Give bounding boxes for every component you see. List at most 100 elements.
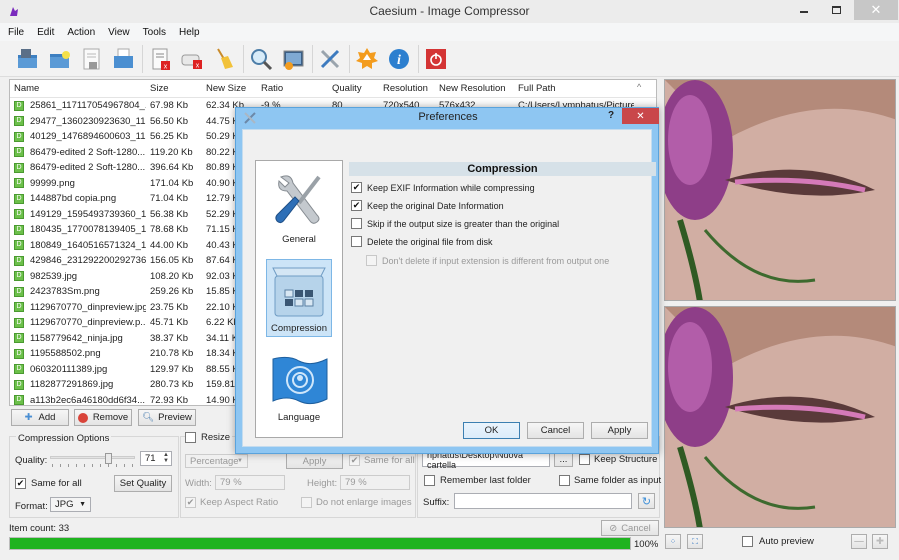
dialog-cancel-button[interactable]: Cancel: [527, 422, 584, 439]
original-size-button[interactable]: ⛶: [687, 534, 703, 549]
menu-edit[interactable]: Edit: [37, 27, 54, 38]
sidebar-item-compression[interactable]: Compression: [266, 259, 332, 337]
maximize-button[interactable]: [822, 0, 850, 20]
remember-folder-checkbox[interactable]: Remember last folder: [424, 475, 531, 486]
zoom-out-button[interactable]: —: [851, 534, 867, 549]
option-dont-delete-different-ext[interactable]: Don't delete if input extension is diffe…: [366, 255, 609, 266]
clear-list-icon: x: [181, 54, 202, 69]
cell-text: 86479-edited 2 Soft-1280...: [30, 146, 146, 158]
remove-button[interactable]: Remove: [74, 409, 132, 426]
open-files-button[interactable]: [14, 46, 40, 72]
suffix-input[interactable]: [454, 493, 632, 509]
no-enlarge-checkbox[interactable]: Do not enlarge images: [301, 497, 412, 508]
exit-button[interactable]: [423, 46, 449, 72]
quality-slider-thumb[interactable]: [105, 453, 113, 464]
compress-button[interactable]: [280, 46, 306, 72]
add-button[interactable]: ✚ Add: [11, 409, 69, 426]
spin-arrows-icon[interactable]: ▲ ▼: [163, 452, 169, 464]
resize-apply-button[interactable]: Apply: [286, 453, 343, 469]
resize-same-for-all-checkbox[interactable]: ✔ Same for all: [349, 455, 415, 466]
column-resolution[interactable]: Resolution: [379, 83, 435, 94]
width-spinbox[interactable]: 79 %: [215, 475, 285, 490]
menu-view[interactable]: View: [108, 27, 130, 38]
column-name[interactable]: Name: [10, 83, 146, 94]
option-skip-larger[interactable]: Skip if the output size is greater than …: [351, 218, 559, 229]
dialog-close-button[interactable]: ✕: [622, 108, 659, 124]
clean-button[interactable]: [211, 46, 237, 72]
column-quality[interactable]: Quality: [328, 83, 379, 94]
scroll-up-arrow-icon[interactable]: ^: [637, 82, 641, 92]
reset-suffix-button[interactable]: ↻: [638, 493, 655, 509]
cancel-compression-button[interactable]: ⊘ Cancel: [601, 520, 659, 536]
height-spinbox[interactable]: 79 %: [340, 475, 410, 490]
format-select[interactable]: JPG ▼: [50, 497, 91, 512]
load-list-button[interactable]: [110, 46, 136, 72]
ok-button[interactable]: OK: [463, 422, 520, 439]
preview-list-button[interactable]: 🔍︎ Preview: [138, 409, 196, 426]
column-new-size[interactable]: New Size: [202, 83, 257, 94]
minimize-button[interactable]: [790, 0, 818, 20]
menu-help[interactable]: Help: [179, 27, 200, 38]
zoom-in-button[interactable]: ✚: [872, 534, 888, 549]
checkbox-resize-same[interactable]: ✔: [349, 455, 360, 466]
checkbox-same-for-all[interactable]: ✔: [15, 478, 26, 489]
preview-button[interactable]: [248, 46, 274, 72]
checkbox-keep-date[interactable]: ✔: [351, 200, 362, 211]
column-full-path[interactable]: Full Path: [514, 83, 634, 94]
checkbox-dont-delete[interactable]: [366, 255, 377, 266]
cell-text: 67.98 Kb: [150, 100, 189, 112]
keep-structure-checkbox[interactable]: Keep Structure: [579, 454, 657, 465]
checkbox-skip-larger[interactable]: [351, 218, 362, 229]
checkbox-delete-original[interactable]: [351, 236, 362, 247]
checkbox-remember-folder[interactable]: [424, 475, 435, 486]
menu-file[interactable]: File: [8, 27, 24, 38]
checkbox-keep-structure[interactable]: [579, 454, 590, 465]
menu-tools[interactable]: Tools: [143, 27, 166, 38]
fit-button[interactable]: ⁘: [665, 534, 681, 549]
language-globe-flag-icon: [272, 356, 328, 405]
clear-list-button[interactable]: x: [179, 46, 205, 72]
open-folder-button[interactable]: [46, 46, 72, 72]
quality-spinbox[interactable]: 71 ▲ ▼: [140, 451, 172, 466]
svg-text:i: i: [397, 53, 401, 68]
minus-icon: —: [854, 536, 864, 547]
keep-aspect-checkbox[interactable]: ✔ Keep Aspect Ratio: [185, 497, 278, 508]
quality-label: Quality:: [15, 455, 48, 466]
column-new-resolution[interactable]: New Resolution: [435, 83, 514, 94]
option-keep-date[interactable]: ✔ Keep the original Date Information: [351, 200, 504, 211]
dialog-apply-button[interactable]: Apply: [591, 422, 648, 439]
remove-item-button[interactable]: x: [147, 46, 173, 72]
option-keep-exif[interactable]: ✔ Keep EXIF Information while compressing: [351, 182, 535, 193]
cell-size: 56.38 Kb: [146, 209, 202, 220]
resize-mode-select[interactable]: Percentage ▼: [185, 454, 248, 468]
help-button[interactable]: ?: [608, 110, 614, 121]
output-folder-input[interactable]: nphatus\Desktop\Nuova cartella: [422, 450, 550, 470]
option-delete-original[interactable]: Delete the original file from disk: [351, 236, 493, 247]
checkbox-resize[interactable]: [185, 432, 196, 443]
close-button[interactable]: ✕: [854, 0, 898, 20]
column-size[interactable]: Size: [146, 83, 202, 94]
auto-preview-checkbox[interactable]: Auto preview: [742, 536, 814, 547]
menu-action[interactable]: Action: [67, 27, 95, 38]
quality-slider[interactable]: [50, 453, 135, 467]
checkbox-same-folder[interactable]: [559, 475, 570, 486]
checkbox-keep-aspect[interactable]: ✔: [185, 497, 196, 508]
checkbox-keep-exif[interactable]: ✔: [351, 182, 362, 193]
preferences-button[interactable]: [317, 46, 343, 72]
same-for-all-checkbox[interactable]: ✔ Same for all: [15, 478, 82, 489]
info-button[interactable]: i: [386, 46, 412, 72]
sidebar-item-general[interactable]: General: [266, 163, 332, 249]
resize-checkbox[interactable]: Resize: [185, 432, 233, 443]
magnifier-icon: [251, 48, 273, 70]
load-list-icon: [114, 48, 133, 68]
checkbox-no-enlarge[interactable]: [301, 497, 312, 508]
column-ratio[interactable]: Ratio: [257, 83, 328, 94]
save-list-button[interactable]: [78, 46, 104, 72]
update-button[interactable]: [354, 46, 380, 72]
checkbox-auto-preview[interactable]: [742, 536, 753, 547]
same-folder-checkbox[interactable]: Same folder as input: [559, 475, 661, 486]
browse-button[interactable]: ...: [554, 452, 573, 467]
sidebar-item-language[interactable]: Language: [266, 347, 332, 427]
set-quality-button[interactable]: Set Quality: [114, 475, 172, 492]
file-status-icon: D: [14, 302, 24, 313]
